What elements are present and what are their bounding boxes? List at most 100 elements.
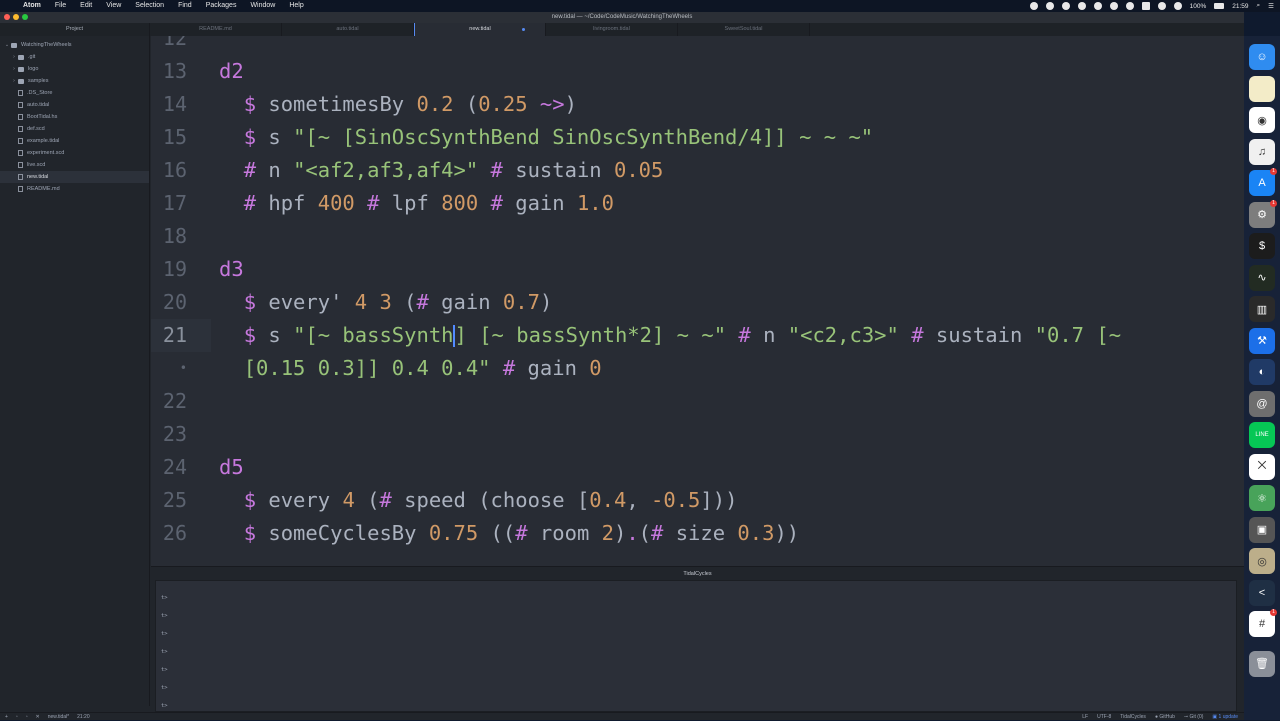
console-prompt: t> [161, 649, 168, 655]
code-line[interactable]: 23 [151, 418, 1244, 451]
tree-item[interactable]: auto.tidal [0, 99, 149, 111]
code-line[interactable]: 24 d5 [151, 451, 1244, 484]
code-token: d3 [219, 257, 244, 281]
atom-window: new.tidal — ~/Code/CodeMusic/WatchingThe… [0, 12, 1244, 720]
code-line[interactable]: 18 [151, 220, 1244, 253]
dock-app-chrome[interactable]: ◉ [1249, 107, 1275, 133]
tab-new-tidal[interactable]: new.tidal [414, 23, 546, 36]
code-line[interactable]: 13 d2 [151, 55, 1244, 88]
notification-center-icon[interactable]: ☰ [1268, 2, 1274, 10]
clock[interactable]: 21:59 [1232, 3, 1248, 10]
code-editor[interactable]: 12 13 d2 14 $ sometimesBy 0.2 (0.25 ~>) 15 $… [151, 36, 1244, 566]
tree-item[interactable]: experiment.scd [0, 147, 149, 159]
code-line[interactable]: 12 [151, 36, 1244, 55]
dock-app-speaker[interactable]: ◎ [1249, 548, 1275, 574]
volume-icon[interactable] [1109, 2, 1118, 10]
tree-item[interactable]: live.scd [0, 159, 149, 171]
tree-item[interactable]: README.md [0, 183, 149, 195]
tree-item[interactable]: › logo [0, 63, 149, 75]
code-token: # [911, 323, 924, 347]
battery-icon[interactable] [1214, 3, 1225, 9]
dock-app-notes[interactable] [1249, 75, 1275, 102]
close-window-button[interactable] [4, 14, 10, 20]
zoom-window-button[interactable] [22, 14, 28, 20]
menu-edit[interactable]: Edit [73, 0, 99, 12]
code-line[interactable]: 25 $ every 4 (# speed (choose [0.4, -0.5… [151, 484, 1244, 517]
input-source-icon[interactable] [1141, 2, 1150, 10]
tab-auto-tidal[interactable]: auto.tidal [282, 23, 414, 36]
dock-app-vs-code[interactable]: ⨉ [1249, 453, 1275, 480]
app-menu[interactable]: Atom [16, 0, 48, 12]
code-token: size [663, 521, 738, 545]
tab-readme[interactable]: README.md [150, 23, 282, 36]
slack-icon: # [1258, 618, 1266, 630]
code-line[interactable]: 21 $ s "[~ bassSynth] [~ bassSynth*2] ~ … [151, 319, 1244, 352]
code-line[interactable]: 26 $ someCyclesBy 0.75 ((# room 2).(# si… [151, 517, 1244, 550]
record-icon[interactable] [1029, 2, 1038, 10]
code-token: s [256, 125, 294, 149]
menu-packages[interactable]: Packages [199, 0, 244, 12]
dock-app-slack[interactable]: #1 [1249, 609, 1277, 637]
dock-app-cube[interactable]: ▣ [1249, 516, 1275, 543]
chat-icon[interactable] [1077, 2, 1086, 10]
tree-item[interactable]: .DS_Store [0, 87, 149, 99]
dock-app-music[interactable]: ♫ [1249, 138, 1275, 165]
chevron-right-icon[interactable]: › [10, 75, 18, 87]
tab-sweetsoul-tidal[interactable]: SweetSoul.tidal [678, 23, 810, 36]
menu-window[interactable]: Window [243, 0, 282, 12]
code-line[interactable]: 15 $ s "[~ [SinOscSynthBend SinOscSynthB… [151, 121, 1244, 154]
dock-app-finder[interactable]: ☺ [1249, 44, 1275, 70]
dock-app-system-preferences[interactable]: ⚙ 1 [1249, 199, 1277, 228]
code-line[interactable]: 16 # n "<af2,af3,af4>" # sustain 0.05 [151, 154, 1244, 187]
code-line[interactable]: • [0.15 0.3]] 0.4 0.4" # gain 0 [151, 352, 1244, 385]
dock-app-quicktime[interactable]: ◐ [1249, 359, 1275, 385]
tree-root[interactable]: ⌄ WatchingTheWheels [0, 39, 149, 51]
menu-find[interactable]: Find [171, 0, 199, 12]
menu-selection[interactable]: Selection [128, 0, 171, 12]
airplay-icon[interactable] [1061, 2, 1070, 10]
dock-app-line[interactable]: LINE [1249, 422, 1275, 448]
code-line[interactable]: 22 [151, 385, 1244, 418]
modified-indicator-icon[interactable] [522, 28, 525, 31]
code-token: # [416, 290, 429, 314]
mute-icon[interactable] [1093, 2, 1102, 10]
dock-app-trash[interactable]: 🗑 [1249, 650, 1275, 677]
tree-item[interactable]: new.tidal [0, 171, 149, 183]
bluetooth-icon[interactable] [1157, 2, 1166, 10]
tree-item[interactable]: example.tidal [0, 135, 149, 147]
tab-livingroom-tidal[interactable]: livingroom.tidal [546, 23, 678, 36]
menu-view[interactable]: View [99, 0, 128, 12]
cloud-icon[interactable] [1125, 2, 1134, 10]
chevron-right-icon[interactable]: › [10, 51, 18, 63]
chevron-right-icon[interactable]: › [10, 63, 18, 75]
code-line[interactable]: 17 # hpf 400 # lpf 800 # gain 1.0 [151, 187, 1244, 220]
dock-app-piano[interactable]: ▥ [1249, 296, 1275, 322]
code-token: -0.5 [651, 488, 701, 512]
tree-item[interactable]: › .git [0, 51, 149, 63]
dock-app-xcode[interactable]: ⚒ [1249, 327, 1275, 354]
dock-app-app-store[interactable]: A1 [1249, 168, 1277, 196]
code-line[interactable]: 14 $ sometimesBy 0.2 (0.25 ~>) [151, 88, 1244, 121]
tree-item[interactable]: › samples [0, 75, 149, 87]
dropbox-icon[interactable] [1045, 2, 1054, 10]
dock-app-activity-monitor[interactable]: ∿ [1249, 264, 1275, 291]
battery-percent[interactable]: 100% [1190, 3, 1207, 10]
menu-file[interactable]: File [48, 0, 73, 12]
code-line[interactable]: 20 $ every' 4 3 (# gain 0.7) [151, 286, 1244, 319]
wifi-icon[interactable] [1173, 2, 1182, 10]
dock-app-vortex[interactable]: @ [1249, 390, 1275, 417]
tidal-console[interactable]: t> t> t> t> t> t> t> [155, 580, 1237, 712]
line-icon: LINE [1255, 432, 1269, 438]
project-panel-header[interactable]: Project [0, 23, 150, 36]
code-line[interactable]: 19 d3 [151, 253, 1244, 286]
dock-app-atom[interactable]: ⚛ [1249, 485, 1275, 511]
dock-app-terminal[interactable]: $ [1249, 233, 1275, 259]
dock-app-share[interactable]: < [1249, 579, 1275, 606]
tree-item[interactable]: BootTidal.hs [0, 111, 149, 123]
spotlight-icon[interactable]: ⌕ [1257, 2, 1261, 10]
tree-item[interactable]: def.scd [0, 123, 149, 135]
minimize-window-button[interactable] [13, 14, 19, 20]
menu-help[interactable]: Help [282, 0, 310, 12]
